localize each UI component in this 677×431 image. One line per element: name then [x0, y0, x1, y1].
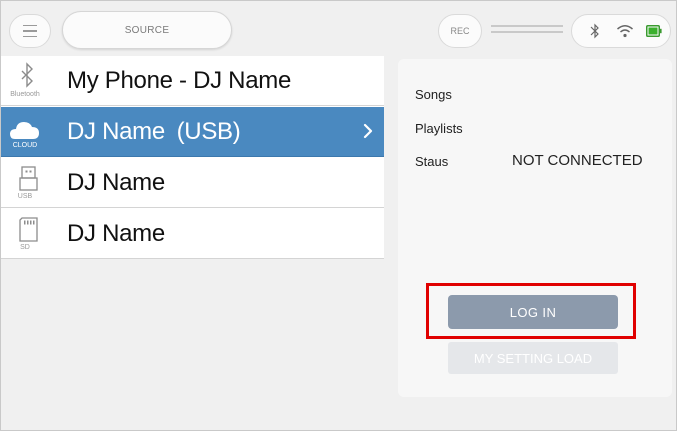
menu-button[interactable] — [9, 14, 51, 48]
source-list-empty-area — [1, 259, 384, 430]
status-pill — [571, 14, 671, 48]
login-button[interactable]: LOG IN — [448, 295, 618, 329]
menu-icon-line — [23, 30, 37, 32]
level-meter-bar — [491, 25, 563, 27]
status-value: NOT CONNECTED — [512, 152, 643, 169]
battery-icon — [646, 25, 662, 37]
source-item-bluetooth[interactable]: Bluetooth My Phone - DJ Name — [1, 56, 384, 106]
source-type-label: SD — [20, 244, 30, 251]
level-meter — [491, 21, 563, 43]
level-meter-bar — [491, 31, 563, 33]
source-item-cloud[interactable]: CLOUD DJ Name (USB) — [1, 107, 384, 157]
menu-icon-line — [23, 35, 37, 38]
source-item-sd[interactable]: SD DJ Name — [1, 209, 384, 259]
sd-card-icon — [19, 217, 38, 242]
playlists-label: Playlists — [415, 121, 463, 136]
app-window: SOURCE REC Bluetooth My Phone - DJ Name … — [0, 0, 677, 431]
source-button[interactable]: SOURCE — [62, 11, 232, 49]
top-bar: SOURCE REC — [1, 1, 676, 54]
cloud-icon — [10, 122, 39, 139]
songs-label: Songs — [415, 87, 452, 102]
source-type-label: Bluetooth — [10, 91, 40, 98]
source-type-label: CLOUD — [12, 142, 38, 149]
bluetooth-icon — [21, 62, 33, 88]
source-name: DJ Name — [67, 169, 165, 196]
my-setting-load-button[interactable]: MY SETTING LOAD — [448, 342, 618, 374]
chevron-right-icon — [363, 123, 373, 139]
menu-icon-line — [23, 24, 37, 27]
source-item-usb[interactable]: USB DJ Name — [1, 158, 384, 208]
rec-button[interactable]: REC — [438, 14, 482, 48]
usb-icon — [19, 166, 38, 191]
status-label: Staus — [415, 154, 449, 169]
source-list: Bluetooth My Phone - DJ Name CLOUD DJ Na… — [1, 56, 384, 259]
source-name: DJ Name (USB) — [67, 118, 241, 145]
source-name: My Phone - DJ Name — [67, 67, 292, 94]
source-type-label: USB — [17, 193, 33, 200]
source-name: DJ Name — [67, 220, 165, 247]
account-info-panel: Songs Playlists Staus NOT CONNECTED LOG … — [398, 59, 672, 397]
bluetooth-icon — [590, 23, 599, 39]
wifi-icon — [617, 25, 633, 38]
